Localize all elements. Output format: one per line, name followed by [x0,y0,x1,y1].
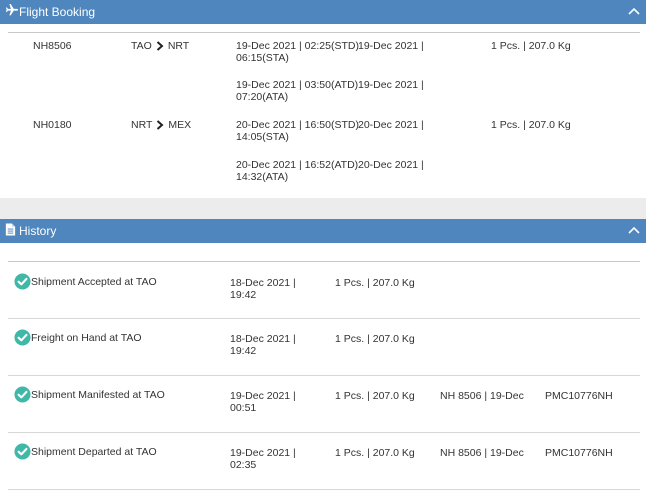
chevron-up-icon[interactable] [628,6,640,16]
history-status: Shipment Accepted at TAO [31,276,157,288]
history-row: Shipment Accepted at TAO 18-Dec 2021 | 1… [8,262,640,319]
history-uld: PMC10776NH [545,390,613,402]
history-row: Shipment Departed at TAO 19-Dec 2021 | 0… [8,433,640,490]
history-date: 18-Dec 2021 | [230,277,296,289]
history-flight: NH 8506 | 19-Dec [440,390,524,402]
route-destination: NRT [167,40,190,52]
history-pieces-weight: 1 Pcs. | 207.0 Kg [335,333,415,345]
flight-booking-panel: NH8506 TAO NRT 19-Dec 2021 | 02:25(STD) … [0,24,646,198]
history-time: 19:42 [230,289,257,301]
scheduled-arrival-time: 14:05(STA) [236,131,289,143]
document-icon [5,223,16,236]
history-pieces-weight: 1 Pcs. | 207.0 Kg [335,447,415,459]
history-panel: Shipment Accepted at TAO 18-Dec 2021 | 1… [0,243,646,496]
check-circle-icon [14,443,31,460]
history-title: History [19,224,57,238]
history-time: 00:51 [230,402,257,414]
history-flight: NH 8506 | 19-Dec [440,447,524,459]
route-origin: TAO [131,40,152,52]
flight-route: NRT MEX [131,119,191,131]
history-status: Shipment Manifested at TAO [31,389,165,401]
actual-arrival-date: 19-Dec 2021 | [358,79,424,91]
flight-booking-header[interactable]: Flight Booking [0,0,646,24]
history-time: 02:35 [230,459,257,471]
scheduled-arrival-date: 20-Dec 2021 | [358,119,424,131]
history-date: 19-Dec 2021 | [230,447,296,459]
divider [8,32,640,33]
flight-pieces-weight: 1 Pcs. | 207.0 Kg [491,119,571,131]
history-row: Freight on Hand at TAO 18-Dec 2021 | 19:… [8,319,640,376]
history-date: 18-Dec 2021 | [230,333,296,345]
route-destination: MEX [168,119,192,131]
history-pieces-weight: 1 Pcs. | 207.0 Kg [335,390,415,402]
actual-arrival-time: 07:20(ATA) [236,91,289,103]
scheduled-arrival-date: 19-Dec 2021 | [358,40,424,52]
history-row: Shipment Manifested at TAO 19-Dec 2021 |… [8,376,640,433]
history-uld: PMC10776NH [545,447,613,459]
check-circle-icon [14,386,31,403]
scheduled-departure: 20-Dec 2021 | 16:50(STD) [236,119,359,131]
history-pieces-weight: 1 Pcs. | 207.0 Kg [335,277,415,289]
chevron-right-icon [157,120,164,130]
actual-arrival-time: 14:32(ATA) [236,171,289,183]
route-origin: NRT [131,119,153,131]
flight-booking-title: Flight Booking [19,5,96,19]
check-circle-icon [14,329,31,346]
flight-route: TAO NRT [131,40,189,52]
history-status: Freight on Hand at TAO [31,332,142,344]
history-header[interactable]: History [0,219,646,243]
check-circle-icon [14,273,31,290]
history-status: Shipment Departed at TAO [31,446,157,458]
flight-number: NH8506 [33,40,72,52]
actual-departure: 19-Dec 2021 | 03:50(ATD) [236,79,359,91]
chevron-right-icon [156,41,164,51]
scheduled-arrival-time: 06:15(STA) [236,52,289,64]
actual-departure: 20-Dec 2021 | 16:52(ATD) [236,159,359,171]
scheduled-departure: 19-Dec 2021 | 02:25(STD) [236,40,359,52]
history-time: 19:42 [230,345,257,357]
airplane-icon [5,4,19,16]
actual-arrival-date: 20-Dec 2021 | [358,159,424,171]
chevron-up-icon[interactable] [628,225,640,235]
flight-number: NH0180 [33,119,72,131]
history-date: 19-Dec 2021 | [230,390,296,402]
flight-pieces-weight: 1 Pcs. | 207.0 Kg [491,40,571,52]
